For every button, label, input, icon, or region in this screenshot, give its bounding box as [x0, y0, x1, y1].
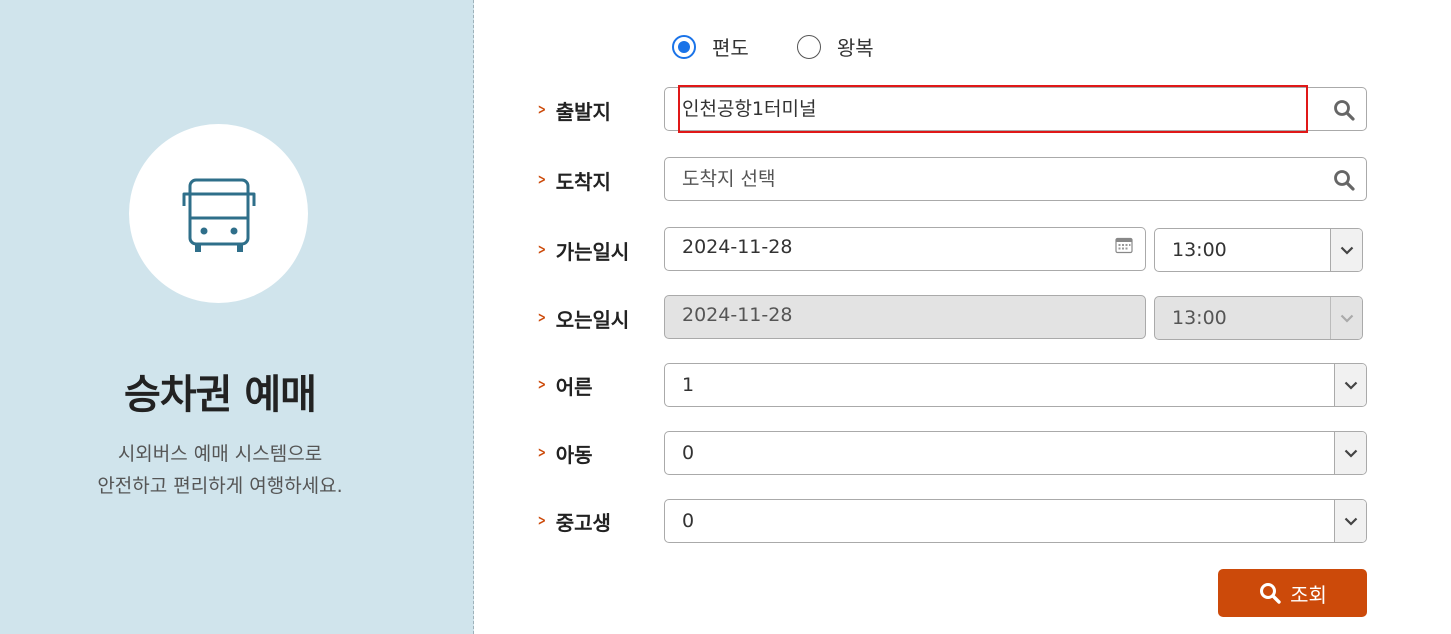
left-panel: 승차권 예매 시외버스 예매 시스템으로 안전하고 편리하게 여행하세요. — [0, 0, 474, 634]
calendar-icon[interactable] — [1115, 236, 1133, 254]
radio-round-trip[interactable]: 왕복 — [796, 32, 874, 61]
departure-highlight-box — [678, 85, 1308, 133]
arrival-label-row: > 도착지 — [536, 158, 611, 202]
chevron-right-icon: > — [537, 513, 546, 529]
chevron-down-icon — [1330, 297, 1362, 339]
search-icon[interactable] — [1332, 98, 1356, 122]
trip-type-radio-group: 편도 왕복 — [672, 32, 922, 61]
description-line-1: 시외버스 예매 시스템으로 — [117, 443, 323, 465]
description-line-2: 안전하고 편리하게 여행하세요. — [97, 475, 343, 497]
arrival-input[interactable]: 도착지 선택 — [664, 157, 1367, 201]
chevron-down-icon[interactable] — [1334, 432, 1366, 474]
go-time-value: 13:00 — [1172, 239, 1227, 261]
student-count-select[interactable]: 0 — [664, 499, 1367, 543]
search-icon — [1260, 583, 1281, 604]
arrival-label: 도착지 — [555, 169, 611, 194]
chevron-right-icon: > — [537, 310, 546, 326]
adult-count-value: 1 — [682, 374, 695, 396]
chevron-right-icon: > — [537, 445, 546, 461]
chevron-right-icon: > — [537, 102, 546, 118]
departure-label: 출발지 — [555, 99, 611, 124]
return-datetime-label-row: > 오는일시 — [536, 296, 630, 340]
return-time-value: 13:00 — [1172, 307, 1227, 329]
return-date-value: 2024-11-28 — [682, 304, 793, 326]
go-datetime-label: 가는일시 — [555, 239, 630, 264]
go-date-value: 2024-11-28 — [682, 236, 793, 258]
child-label: 아동 — [555, 442, 593, 467]
chevron-right-icon: > — [537, 377, 546, 393]
departure-label-row: > 출발지 — [536, 88, 611, 132]
page-description: 시외버스 예매 시스템으로 안전하고 편리하게 여행하세요. — [0, 438, 440, 502]
return-time-select: 13:00 — [1154, 296, 1363, 340]
radio-one-way-circle[interactable] — [672, 34, 696, 59]
chevron-down-icon[interactable] — [1334, 364, 1366, 406]
return-date-input: 2024-11-28 — [664, 295, 1146, 339]
search-submit-label: 조회 — [1290, 582, 1327, 607]
page-title: 승차권 예매 — [124, 372, 317, 418]
radio-round-trip-circle[interactable] — [796, 34, 821, 59]
student-label-row: > 중고생 — [536, 499, 611, 543]
search-submit-button[interactable]: 조회 — [1218, 569, 1367, 617]
chevron-down-icon[interactable] — [1334, 500, 1366, 542]
return-datetime-label: 오는일시 — [555, 307, 630, 332]
chevron-right-icon: > — [537, 172, 546, 188]
radio-one-way-label: 편도 — [712, 36, 749, 60]
student-count-value: 0 — [682, 510, 695, 532]
child-label-row: > 아동 — [536, 431, 593, 475]
radio-round-trip-label: 왕복 — [836, 36, 874, 60]
bus-icon-circle — [129, 124, 308, 303]
student-label: 중고생 — [555, 510, 611, 535]
radio-one-way[interactable]: 편도 — [672, 32, 749, 61]
adult-label-row: > 어른 — [536, 363, 593, 407]
adult-label: 어른 — [555, 374, 593, 399]
search-icon[interactable] — [1332, 168, 1356, 192]
go-datetime-label-row: > 가는일시 — [536, 228, 630, 272]
chevron-down-icon[interactable] — [1330, 229, 1362, 271]
go-date-input[interactable]: 2024-11-28 — [664, 227, 1146, 271]
go-time-select[interactable]: 13:00 — [1154, 228, 1363, 272]
bus-icon — [182, 178, 255, 252]
arrival-placeholder: 도착지 선택 — [682, 168, 776, 190]
child-count-value: 0 — [682, 442, 695, 464]
child-count-select[interactable]: 0 — [664, 431, 1367, 475]
adult-count-select[interactable]: 1 — [664, 363, 1367, 407]
chevron-right-icon: > — [537, 242, 546, 258]
